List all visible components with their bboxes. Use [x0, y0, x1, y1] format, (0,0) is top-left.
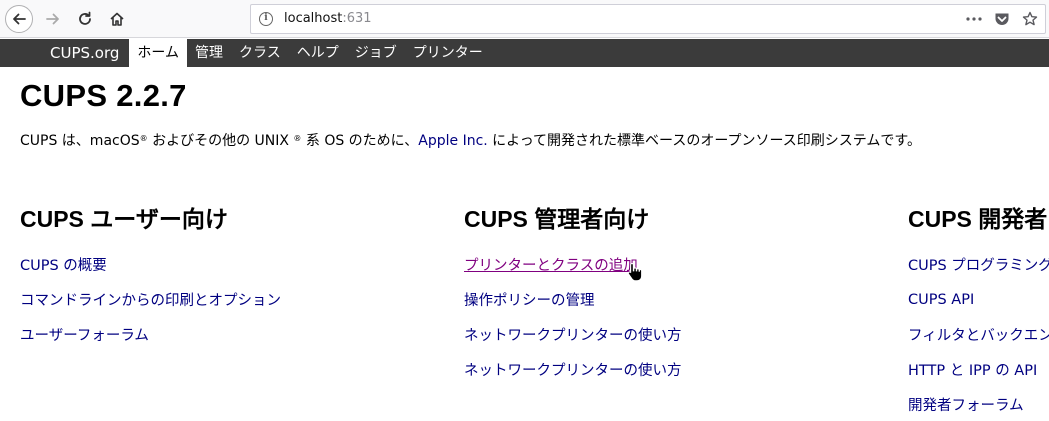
users-heading: CUPS ユーザー向け	[20, 206, 228, 232]
dev-heading: CUPS 開発者	[908, 206, 1048, 232]
link-network-printers-2[interactable]: ネットワークプリンターの使い方	[464, 363, 682, 379]
bookmark-star-icon[interactable]	[1021, 10, 1039, 28]
browser-toolbar: i localhost:631	[0, 0, 1049, 38]
list-item: CUPS の概要	[20, 254, 281, 289]
link-cups-overview[interactable]: CUPS の概要	[20, 258, 107, 274]
intro-part-3: 系 OS のために、	[301, 133, 419, 149]
url-host: localhost	[284, 11, 343, 26]
url-port: :631	[342, 11, 372, 26]
intro-part-4: によって開発された標準ベースのオープンソース印刷システムです。	[487, 133, 921, 149]
link-http-ipp-api[interactable]: HTTP と IPP の API	[908, 363, 1037, 379]
apple-link[interactable]: Apple Inc.	[418, 133, 487, 149]
home-icon	[110, 12, 124, 26]
dev-column: CUPS 開発者 CUPS プログラミング CUPS API フィルタとバックエ…	[908, 200, 1049, 421]
list-item: プリンターとクラスの追加	[464, 254, 682, 289]
list-item: ネットワークプリンターの使い方	[464, 359, 682, 394]
url-text[interactable]: localhost:631	[284, 11, 372, 26]
list-item: CUPS プログラミング	[908, 254, 1049, 289]
users-column: CUPS ユーザー向け CUPS の概要 コマンドラインからの印刷とオプション …	[20, 200, 281, 359]
link-cups-programming[interactable]: CUPS プログラミング	[908, 258, 1049, 274]
list-item: ネットワークプリンターの使い方	[464, 324, 682, 359]
dev-link-list: CUPS プログラミング CUPS API フィルタとバックエンド HTTP と…	[908, 254, 1049, 421]
hand-cursor-icon	[627, 262, 643, 282]
intro-part-2: およびその他の UNIX	[147, 133, 294, 149]
url-bar[interactable]: i localhost:631	[250, 4, 1046, 34]
page-title: CUPS 2.2.7	[20, 78, 187, 113]
back-button[interactable]	[5, 5, 33, 33]
admin-column: CUPS 管理者向け プリンターとクラスの追加 操作ポリシーの管理 ネットワーク…	[464, 200, 682, 394]
link-user-forum[interactable]: ユーザーフォーラム	[20, 328, 149, 344]
link-network-printers[interactable]: ネットワークプリンターの使い方	[464, 328, 682, 344]
list-item: CUPS API	[908, 289, 1049, 324]
reload-button[interactable]	[71, 5, 99, 33]
list-item: コマンドラインからの印刷とオプション	[20, 289, 281, 324]
nav-tab-help[interactable]: ヘルプ	[289, 39, 347, 67]
list-item: ユーザーフォーラム	[20, 324, 281, 359]
link-cups-api[interactable]: CUPS API	[908, 292, 974, 308]
more-icon[interactable]	[965, 10, 983, 28]
link-filters-backends[interactable]: フィルタとバックエンド	[908, 328, 1049, 344]
info-icon[interactable]: i	[259, 12, 273, 26]
list-item: フィルタとバックエンド	[908, 324, 1049, 359]
link-command-line-printing[interactable]: コマンドラインからの印刷とオプション	[20, 293, 281, 309]
nav-tab-admin[interactable]: 管理	[187, 39, 231, 67]
reload-icon	[79, 11, 91, 25]
intro-part-1: CUPS は、macOS	[20, 133, 140, 149]
nav-tab-printers[interactable]: プリンター	[405, 39, 491, 67]
nav-tab-jobs[interactable]: ジョブ	[347, 39, 405, 67]
link-add-printers-classes[interactable]: プリンターとクラスの追加	[464, 258, 638, 274]
home-button[interactable]	[103, 5, 131, 33]
nav-brand-link[interactable]: CUPS.org	[0, 39, 129, 67]
cups-nav-bar: CUPS.org ホーム 管理 クラス ヘルプ ジョブ プリンター	[0, 39, 1049, 67]
intro-text: CUPS は、macOS® およびその他の UNIX ® 系 OS のために、A…	[20, 130, 921, 150]
admin-link-list: プリンターとクラスの追加 操作ポリシーの管理 ネットワークプリンターの使い方 ネ…	[464, 254, 682, 394]
list-item: 開発者フォーラム	[908, 394, 1049, 421]
link-developer-forum[interactable]: 開発者フォーラム	[908, 398, 1024, 414]
url-actions	[965, 10, 1039, 28]
back-arrow-icon	[13, 13, 26, 25]
nav-tab-home[interactable]: ホーム	[129, 39, 187, 67]
forward-arrow-icon	[46, 13, 59, 25]
pocket-icon[interactable]	[993, 10, 1011, 28]
list-item: HTTP と IPP の API	[908, 359, 1049, 394]
nav-tab-classes[interactable]: クラス	[231, 39, 289, 67]
list-item: 操作ポリシーの管理	[464, 289, 682, 324]
admin-heading: CUPS 管理者向け	[464, 206, 650, 232]
link-manage-policies[interactable]: 操作ポリシーの管理	[464, 293, 595, 309]
users-link-list: CUPS の概要 コマンドラインからの印刷とオプション ユーザーフォーラム	[20, 254, 281, 359]
forward-button[interactable]	[39, 5, 67, 33]
registered-mark: ®	[139, 134, 148, 143]
